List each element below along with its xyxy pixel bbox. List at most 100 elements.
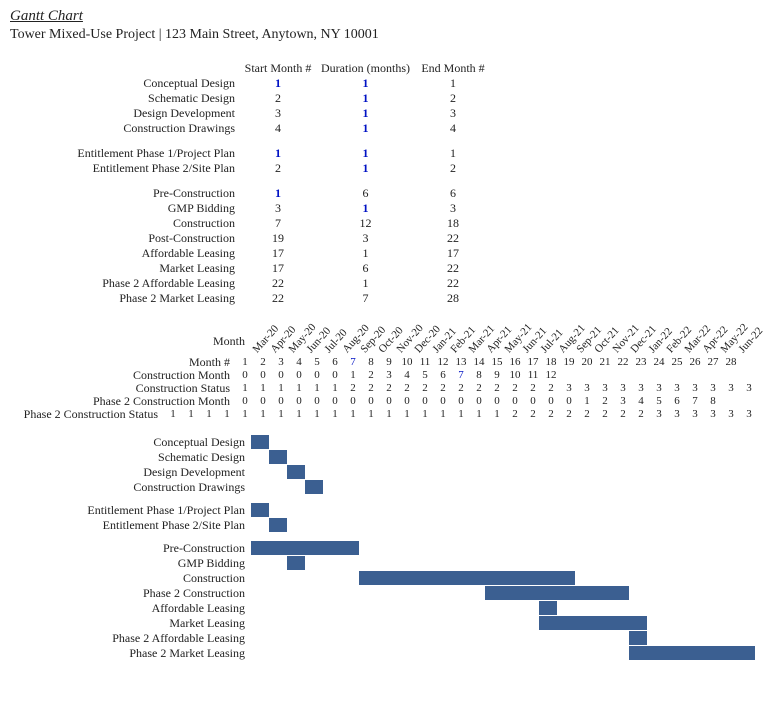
timeline-cell: 1 [236,356,254,369]
timeline-cell: 3 [740,382,758,395]
gantt-bar [251,435,269,449]
month-header-cell: Nov-20 [395,326,413,356]
timeline-cell: 14 [470,356,488,369]
timeline-cell: 1 [290,382,308,395]
timeline-cell: 0 [308,369,326,382]
gantt-row-label: Entitlement Phase 1/Project Plan [10,503,251,518]
task-start: 1 [243,186,313,201]
timeline-row: MonthMar-20Apr-20May-20Jun-20Jul-20Aug-2… [10,326,758,356]
timeline-cell: 0 [272,395,290,408]
timeline-cell: 1 [272,408,290,421]
timeline-cell [740,356,758,369]
timeline-cell: 0 [326,369,344,382]
month-header-cell: May-22 [719,326,737,356]
task-start: 3 [243,106,313,121]
timeline-row: Month #123456789101112131415161718192021… [10,356,758,369]
timeline-cell: 1 [326,382,344,395]
timeline-cell: 1 [344,369,362,382]
task-start: 1 [243,76,313,91]
gantt-row-label: Schematic Design [10,450,251,465]
task-end: 22 [418,231,488,246]
task-start: 22 [243,291,313,306]
task-row: Phase 2 Market Leasing22728 [10,291,758,306]
timeline-cell: 3 [668,408,686,421]
timeline-cell [560,369,578,382]
timeline-cell: 8 [362,356,380,369]
timeline-cell: 1 [380,408,398,421]
month-header-cell: Dec-20 [413,326,431,356]
timeline-cell: 19 [560,356,578,369]
task-duration: 1 [313,246,418,261]
col-duration-header: Duration (months) [313,61,418,76]
month-header-cell: Mar-21 [467,326,485,356]
gantt-bar [485,586,629,600]
timeline-cell: 1 [254,408,272,421]
gantt-bar [269,518,287,532]
task-name: Construction [10,216,243,231]
month-header-cell: Aug-20 [341,326,359,356]
gantt-row-label: Phase 2 Affordable Leasing [10,631,251,646]
task-duration: 1 [313,91,418,106]
timeline-cell [704,369,722,382]
month-header-cell: Jan-22 [647,326,665,356]
gantt-row: Phase 2 Market Leasing [10,646,758,661]
gantt-row: Schematic Design [10,450,758,465]
task-start: 4 [243,121,313,136]
task-start: 17 [243,261,313,276]
timeline-row: Phase 2 Construction Status1111111111111… [10,408,758,421]
timeline-cell: 0 [236,369,254,382]
gantt-bar [539,616,647,630]
timeline-cell: 1 [416,408,434,421]
timeline-cell [668,369,686,382]
timeline-cell: 20 [578,356,596,369]
timeline-cell: 7 [344,356,362,369]
timeline-cell: 9 [488,369,506,382]
task-start: 17 [243,246,313,261]
gantt-row-label: Phase 2 Market Leasing [10,646,251,661]
task-duration: 6 [313,186,418,201]
timeline-cell: 21 [596,356,614,369]
task-duration: 1 [313,201,418,216]
task-table: Start Month # Duration (months) End Mont… [10,61,758,306]
timeline-cell: 0 [560,395,578,408]
task-row: Pre-Construction166 [10,186,758,201]
task-end: 17 [418,246,488,261]
month-header-cell: Nov-21 [611,326,629,356]
task-name: Affordable Leasing [10,246,243,261]
col-start-header: Start Month # [243,61,313,76]
gantt-row-label: Affordable Leasing [10,601,251,616]
timeline-cell: 18 [542,356,560,369]
timeline-cell [722,395,740,408]
timeline-cell: 2 [560,408,578,421]
gantt-row: Phase 2 Construction [10,586,758,601]
gantt-bar [629,646,755,660]
gantt-row-label: Construction Drawings [10,480,251,495]
month-header-cell: Oct-20 [377,326,395,356]
timeline-cell: 0 [290,395,308,408]
gantt-bar [629,631,647,645]
timeline-cell: 26 [686,356,704,369]
timeline-cell: 1 [470,408,488,421]
timeline-cell: 3 [578,382,596,395]
timeline-cell: 2 [416,382,434,395]
timeline-cell: 6 [434,369,452,382]
timeline-row-label: Month [10,335,251,348]
timeline-cell: 23 [632,356,650,369]
task-end: 3 [418,106,488,121]
timeline-cell: 1 [290,408,308,421]
timeline-cell: 0 [380,395,398,408]
timeline-cell: 1 [182,408,200,421]
task-row: Entitlement Phase 1/Project Plan111 [10,146,758,161]
task-start: 3 [243,201,313,216]
timeline-cell: 3 [650,382,668,395]
timeline-cell: 13 [452,356,470,369]
task-row: Construction Drawings414 [10,121,758,136]
timeline-cell: 6 [668,395,686,408]
task-duration: 12 [313,216,418,231]
timeline-cell: 0 [236,395,254,408]
timeline-cell: 1 [236,382,254,395]
month-header-cell: May-20 [287,326,305,356]
timeline-cell: 2 [452,382,470,395]
task-end: 18 [418,216,488,231]
gantt-bar [251,503,269,517]
